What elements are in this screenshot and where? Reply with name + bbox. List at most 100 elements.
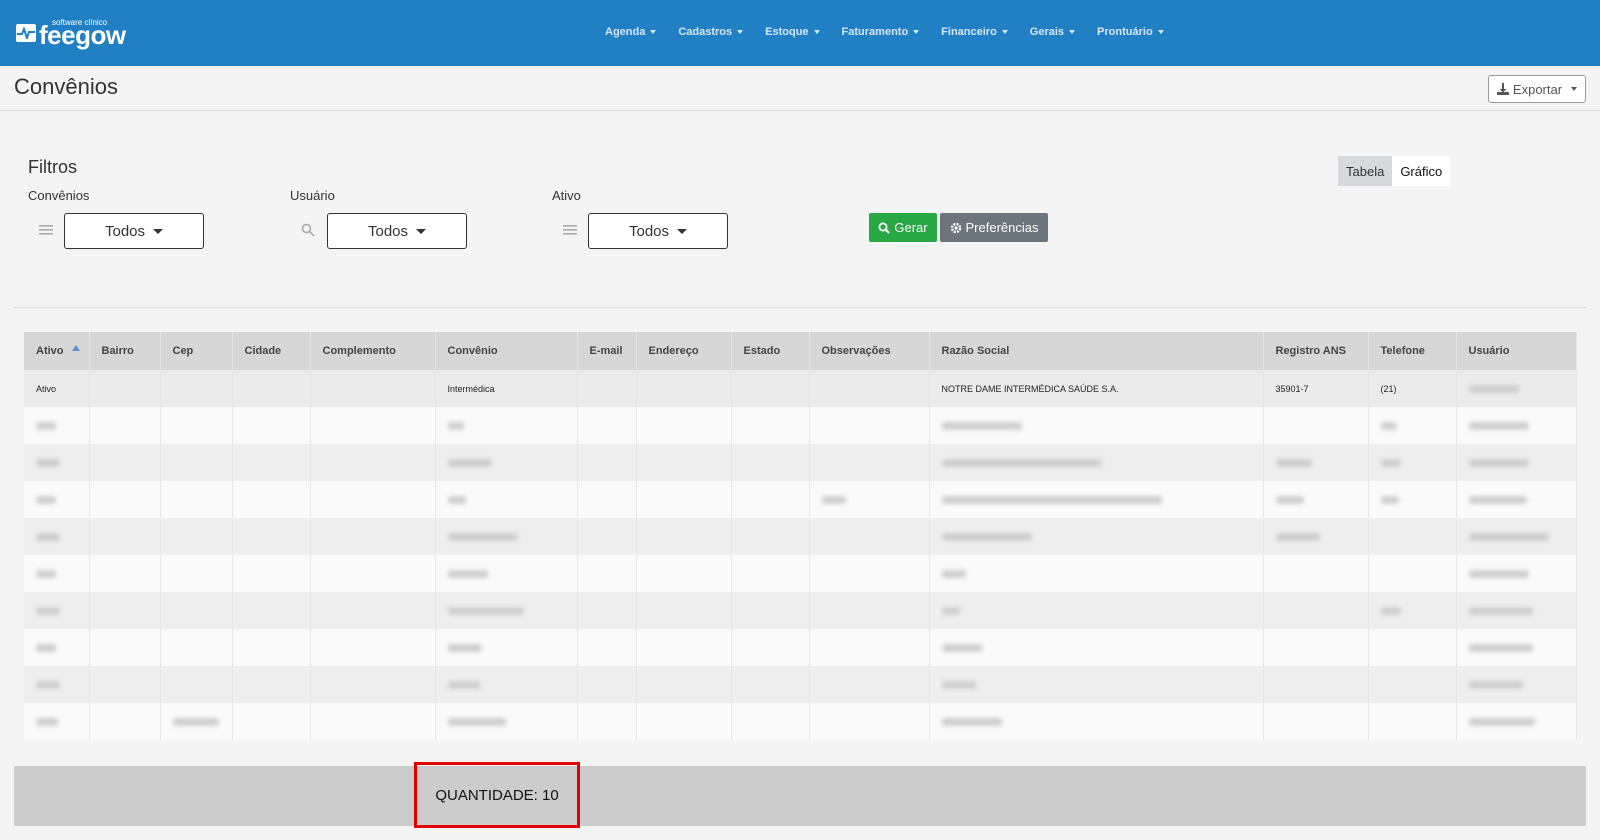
table-row[interactable] (24, 703, 1577, 740)
usuario-select[interactable]: Todos (327, 213, 467, 249)
cell-blurred (929, 666, 1264, 703)
list-icon (563, 225, 577, 235)
chevron-down-icon (813, 30, 820, 35)
nav-prontuario[interactable]: Prontuário (1097, 26, 1164, 38)
sort-asc-icon (71, 345, 80, 351)
tab-tabela[interactable]: Tabela (1338, 156, 1393, 186)
cell-blurred (1456, 592, 1577, 629)
cell-empty (160, 370, 233, 407)
main-menu: Agenda Cadastros Estoque Faturamento Fin… (605, 26, 1164, 38)
column-header-telefone[interactable]: Telefone (1368, 332, 1457, 370)
cell-blurred (929, 518, 1264, 555)
chevron-down-icon (1069, 30, 1076, 35)
cell-blurred (24, 518, 90, 555)
cell-blurred (929, 481, 1264, 518)
cell-blurred (809, 481, 930, 518)
column-header-bairro[interactable]: Bairro (89, 332, 161, 370)
preferencias-button[interactable]: Preferências (940, 213, 1048, 242)
cell-blurred (24, 629, 90, 666)
nav-estoque[interactable]: Estoque (765, 26, 820, 38)
cell-blurred (1368, 444, 1457, 481)
convenios-select[interactable]: Todos (64, 213, 204, 249)
nav-faturamento[interactable]: Faturamento (842, 26, 920, 38)
table-row[interactable] (24, 592, 1577, 629)
cell-blurred (1456, 518, 1577, 555)
cell-empty (636, 370, 732, 407)
cell-empty (809, 370, 930, 407)
column-header-convenio[interactable]: Convênio (435, 332, 578, 370)
cell-blurred (435, 407, 578, 444)
table-row[interactable] (24, 555, 1577, 592)
column-header-observacoes[interactable]: Observações (809, 332, 930, 370)
chevron-down-icon (416, 228, 427, 234)
usuario-filter-label: Usuário (290, 188, 335, 203)
cell-blurred (24, 592, 90, 629)
cell-blurred (929, 629, 1264, 666)
cell-blurred (1456, 481, 1577, 518)
column-header-estado[interactable]: Estado (731, 332, 810, 370)
list-icon (39, 225, 53, 235)
cell-empty (310, 370, 436, 407)
cell-blurred (160, 703, 233, 740)
cell-empty (731, 370, 810, 407)
table-row[interactable] (24, 666, 1577, 703)
column-header-cep[interactable]: Cep (160, 332, 233, 370)
cell-blurred (1456, 703, 1577, 740)
cell-convenio: Intermédica (435, 370, 578, 407)
cell-blurred (435, 703, 578, 740)
cell-blurred (1456, 444, 1577, 481)
ativo-select[interactable]: Todos (588, 213, 728, 249)
search-icon (878, 222, 891, 234)
column-header-complemento[interactable]: Complemento (310, 332, 436, 370)
table-footer (14, 766, 1586, 826)
chevron-down-icon (913, 30, 920, 35)
table-row[interactable] (24, 407, 1577, 444)
title-divider (0, 110, 1600, 111)
column-header-endereco[interactable]: Endereço (636, 332, 732, 370)
column-header-ativo[interactable]: Ativo (24, 332, 90, 370)
cell-blurred (1263, 518, 1369, 555)
column-header-email[interactable]: E-mail (577, 332, 637, 370)
chevron-down-icon (650, 30, 657, 35)
table-row[interactable] (24, 481, 1577, 518)
cell-blurred (1368, 481, 1457, 518)
gerar-button[interactable]: Gerar (869, 213, 937, 242)
section-divider (13, 307, 1587, 308)
table-row[interactable] (24, 518, 1577, 555)
cell-registro-ans: 35901-7 (1263, 370, 1369, 407)
nav-cadastros[interactable]: Cadastros (678, 26, 744, 38)
cell-blurred (1456, 666, 1577, 703)
export-button[interactable]: Exportar (1488, 75, 1586, 103)
tab-grafico[interactable]: Gráfico (1392, 156, 1451, 186)
cell-blurred (1456, 555, 1577, 592)
cell-blurred (1368, 407, 1457, 444)
logo-text: feegow (39, 20, 126, 50)
feegow-logo[interactable]: software clínico feegow (16, 16, 126, 50)
nav-gerais[interactable]: Gerais (1030, 26, 1076, 38)
ativo-filter-label: Ativo (552, 188, 581, 203)
column-header-registro-ans[interactable]: Registro ANS (1263, 332, 1369, 370)
chevron-down-icon (737, 30, 744, 35)
column-header-cidade[interactable]: Cidade (232, 332, 311, 370)
cell-blurred (24, 407, 90, 444)
cell-razao-social: NOTRE DAME INTERMÉDICA SAÚDE S.A. (929, 370, 1264, 407)
view-toggle: Tabela Gráfico (1338, 156, 1451, 186)
chevron-down-icon (153, 228, 164, 234)
cell-blurred (24, 444, 90, 481)
convenios-filter-label: Convênios (28, 188, 90, 203)
quantity-highlight: QUANTIDADE: 10 (414, 762, 580, 828)
cell-blurred (24, 555, 90, 592)
table-header-row: Ativo Bairro Cep Cidade Complemento Conv… (24, 332, 1577, 370)
table-row[interactable] (24, 444, 1577, 481)
cell-blurred (929, 555, 1264, 592)
cell-empty (232, 370, 311, 407)
column-header-usuario[interactable]: Usuário (1456, 332, 1577, 370)
table-row[interactable]: Ativo Intermédica NOTRE DAME INTERMÉDICA… (24, 370, 1577, 407)
cell-blurred (1456, 629, 1577, 666)
column-header-razao-social[interactable]: Razão Social (929, 332, 1264, 370)
cell-blurred (929, 444, 1264, 481)
nav-financeiro[interactable]: Financeiro (941, 26, 1008, 38)
quantity-count: QUANTIDADE: 10 (435, 786, 559, 804)
nav-agenda[interactable]: Agenda (605, 26, 657, 38)
table-row[interactable] (24, 629, 1577, 666)
